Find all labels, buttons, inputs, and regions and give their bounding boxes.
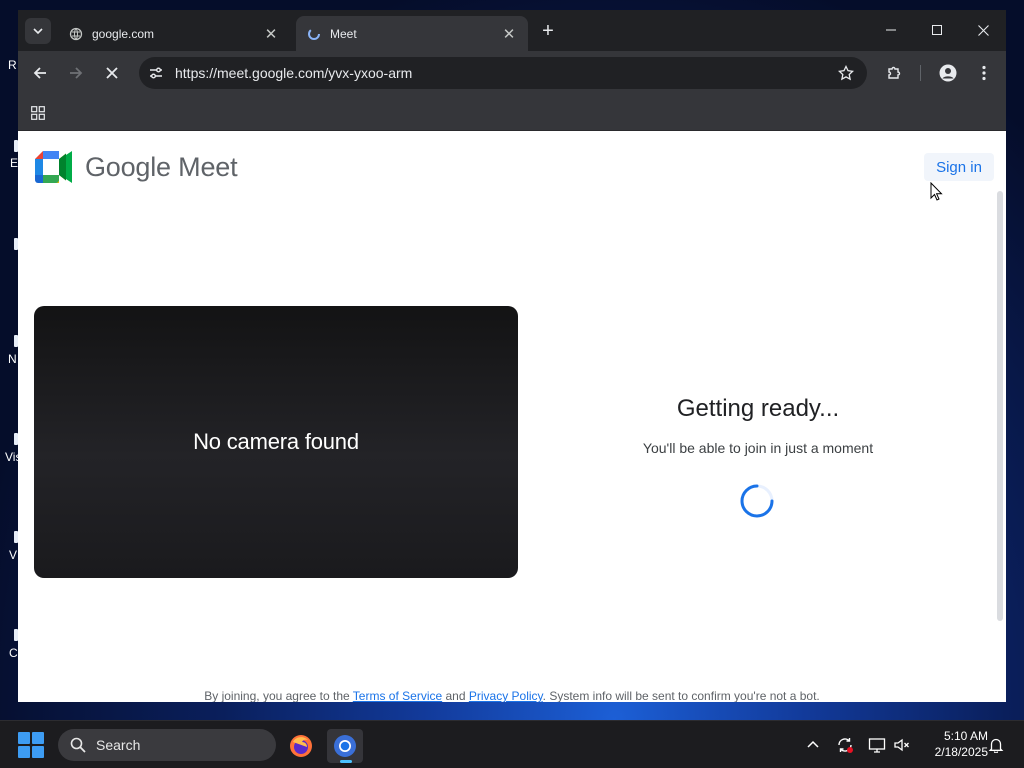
tab-google[interactable]: google.com ✕: [58, 16, 290, 51]
meet-page: Google Meet Sign in No camera found Gett…: [18, 131, 1006, 702]
url-text[interactable]: https://meet.google.com/yvx-yxoo-arm: [175, 65, 831, 81]
bookmarks-bar: [18, 95, 1006, 131]
tab-strip: google.com ✕ Meet ✕ +: [18, 10, 1006, 51]
tab-title: Meet: [330, 26, 357, 41]
volume-muted-icon[interactable]: [892, 735, 912, 755]
system-clock[interactable]: 5:10 AM 2/18/2025: [918, 728, 988, 760]
windows-logo-icon: [32, 732, 44, 744]
taskbar-firefox[interactable]: [283, 729, 319, 763]
person-icon: [939, 64, 957, 82]
page-scrollbar[interactable]: [997, 191, 1003, 621]
minimize-icon: [886, 29, 896, 31]
legal-notice: By joining, you agree to the Terms of Se…: [18, 689, 1006, 702]
loading-icon: [306, 26, 322, 42]
browser-toolbar: https://meet.google.com/yvx-yxoo-arm: [18, 51, 1006, 95]
bookmark-star-icon[interactable]: [831, 58, 861, 88]
desktop-icon-label[interactable]: R: [8, 58, 17, 72]
terms-of-service-link[interactable]: Terms of Service: [353, 689, 442, 702]
camera-status-text: No camera found: [193, 429, 359, 454]
tab-title: google.com: [92, 26, 155, 41]
desktop-icon-label[interactable]: E: [10, 156, 18, 170]
browser-window: google.com ✕ Meet ✕ + https://meet.googl…: [18, 10, 1006, 702]
legal-prefix: By joining, you agree to the: [204, 689, 353, 702]
forward-button[interactable]: [62, 59, 90, 87]
google-meet-logo[interactable]: Google Meet: [35, 151, 238, 183]
network-icon[interactable]: [867, 735, 887, 755]
more-vertical-icon: [982, 65, 986, 81]
start-button[interactable]: [18, 732, 44, 758]
address-bar[interactable]: https://meet.google.com/yvx-yxoo-arm: [139, 57, 867, 89]
sign-in-button[interactable]: Sign in: [924, 153, 994, 181]
loading-spinner-icon: [740, 484, 774, 518]
close-icon: [977, 24, 989, 36]
privacy-policy-link[interactable]: Privacy Policy: [469, 689, 543, 702]
apps-grid-icon[interactable]: [28, 103, 48, 123]
windows-logo-icon: [32, 746, 44, 758]
legal-and: and: [442, 689, 469, 702]
windows-logo-icon: [18, 746, 30, 758]
tab-meet[interactable]: Meet ✕: [296, 16, 528, 51]
clock-time: 5:10 AM: [943, 729, 988, 743]
search-label: Search: [96, 737, 141, 753]
maximize-icon: [932, 25, 942, 35]
tab-search-button[interactable]: [25, 18, 51, 44]
windows-logo-icon: [18, 732, 30, 744]
taskbar-chrome[interactable]: [327, 729, 363, 763]
meet-logo-icon: [35, 151, 72, 183]
toolbar-divider: [920, 65, 921, 81]
ready-subtitle: You'll be able to join in just a moment: [642, 440, 874, 456]
taskbar: Search 5:10 AM 2/18/2025: [0, 720, 1024, 768]
sync-icon[interactable]: [835, 735, 855, 755]
extensions-button[interactable]: [880, 59, 908, 87]
close-window-button[interactable]: [960, 16, 1006, 44]
mouse-cursor-icon: [930, 182, 943, 201]
desktop-icon-label[interactable]: V: [9, 548, 17, 562]
search-icon: [68, 735, 88, 755]
site-info-icon[interactable]: [141, 58, 171, 88]
taskbar-search[interactable]: Search: [58, 729, 276, 761]
chevron-down-icon: [33, 28, 43, 35]
desktop-icon-label[interactable]: C: [9, 646, 18, 660]
ready-heading: Getting ready...: [676, 395, 840, 422]
chrome-icon: [334, 735, 356, 757]
legal-suffix: . System info will be sent to confirm yo…: [542, 689, 820, 702]
brand-wordmark: Google Meet: [85, 151, 238, 182]
puzzle-icon: [888, 66, 901, 79]
back-button[interactable]: [26, 59, 54, 87]
stop-loading-button[interactable]: [98, 59, 126, 87]
globe-icon: [68, 26, 84, 42]
show-hidden-icons-chevron-up-icon[interactable]: [803, 735, 823, 755]
video-preview: No camera found: [34, 306, 518, 578]
desktop-icon-label[interactable]: N: [8, 352, 17, 366]
arrow-left-icon: [33, 67, 46, 79]
profile-button[interactable]: [934, 59, 962, 87]
active-app-indicator: [340, 760, 352, 763]
notifications-bell-icon[interactable]: [986, 735, 1006, 755]
firefox-icon: [290, 735, 312, 757]
maximize-button[interactable]: [914, 16, 960, 44]
menu-button[interactable]: [970, 59, 998, 87]
close-icon: [106, 67, 118, 79]
clock-date: 2/18/2025: [934, 745, 988, 759]
new-tab-button[interactable]: +: [536, 19, 560, 43]
minimize-button[interactable]: [868, 16, 914, 44]
arrow-right-icon: [70, 67, 83, 79]
close-tab-icon[interactable]: ✕: [500, 25, 518, 43]
close-tab-icon[interactable]: ✕: [262, 25, 280, 43]
